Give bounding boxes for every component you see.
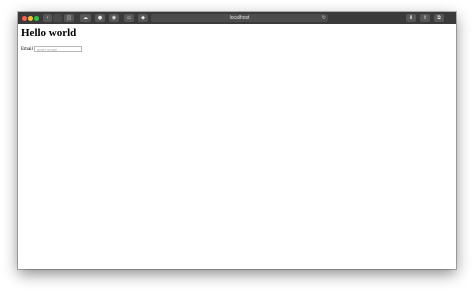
download-button[interactable]: ⬇ (406, 14, 416, 22)
page-title: Hello world (21, 27, 77, 39)
browser-window: ‹ ◫ ☁ ● ◉ ▫ ◆ localhost ↻ ⬇ ⇪ ⧉ (18, 12, 456, 269)
maximize-window-button[interactable] (34, 15, 39, 21)
sidebar-button[interactable]: ◫ (64, 14, 74, 22)
page-content (18, 24, 456, 269)
reload-icon[interactable]: ↻ (322, 14, 326, 22)
tabs-overview-button[interactable]: ⧉ (434, 14, 444, 22)
address-bar[interactable]: localhost ↻ (151, 14, 328, 22)
browser-toolbar: ‹ ◫ ☁ ● ◉ ▫ ◆ localhost ↻ ⬇ ⇪ ⧉ (18, 12, 456, 24)
close-window-button[interactable] (22, 15, 27, 21)
minimize-window-button[interactable] (28, 15, 33, 21)
chevron-left-icon: ‹ (46, 15, 49, 21)
tabs-icon: ⧉ (437, 15, 441, 21)
sidebar-icon: ◫ (66, 15, 72, 21)
email-label: Email (21, 47, 33, 52)
extension-button-3[interactable]: ▫ (124, 14, 134, 22)
share-button[interactable]: ⇪ (420, 14, 430, 22)
extension-button-4[interactable]: ◆ (138, 14, 148, 22)
extension-button-2[interactable]: ◉ (109, 14, 119, 22)
circle-icon: ◉ (111, 15, 117, 21)
new-tab-button[interactable] (447, 14, 454, 22)
share-icon: ⇪ (422, 15, 428, 21)
page-icon: ▫ (127, 15, 131, 21)
forward-button[interactable] (53, 14, 62, 22)
circle-icon: ● (97, 15, 103, 21)
download-icon: ⬇ (408, 15, 414, 21)
icloud-button[interactable]: ☁ (80, 14, 91, 22)
shield-icon: ◆ (141, 15, 145, 21)
cloud-icon: ☁ (83, 15, 88, 21)
address-text: localhost (229, 15, 250, 21)
email-field[interactable] (34, 46, 82, 52)
extension-button-1[interactable]: ● (95, 14, 105, 22)
back-button[interactable]: ‹ (43, 14, 52, 22)
